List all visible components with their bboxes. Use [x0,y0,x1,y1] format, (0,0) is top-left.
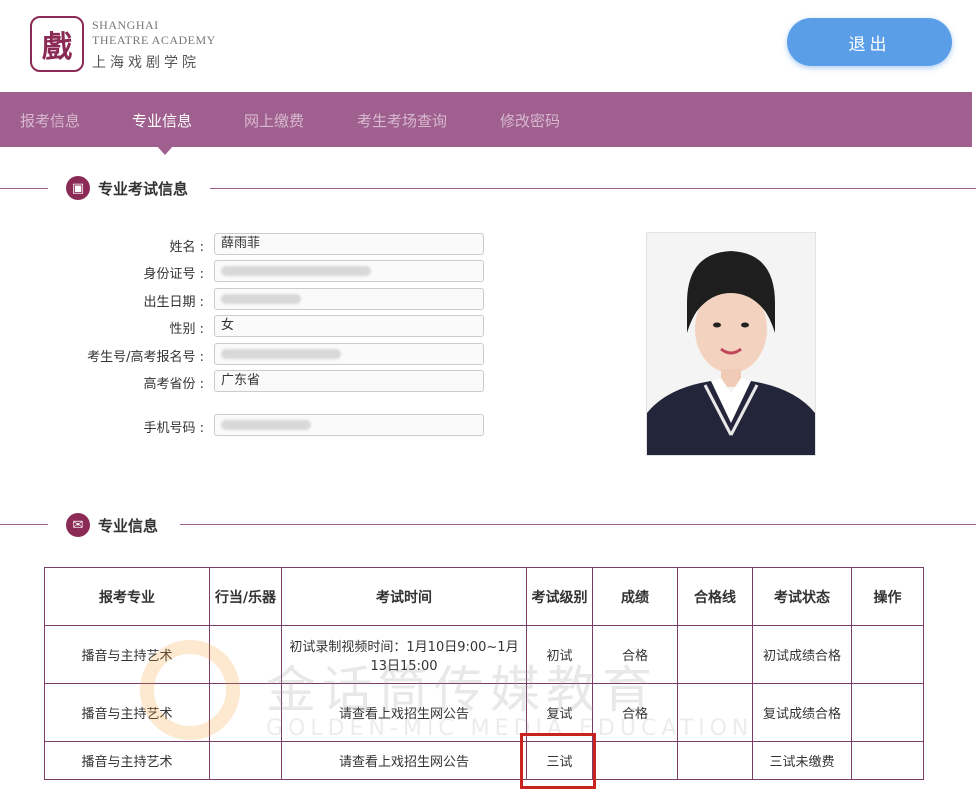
column-header: 合格线 [677,567,753,626]
id-card-icon: ▣ [66,176,90,200]
nav-item-major-info[interactable]: 专业信息 [132,110,192,131]
section-divider-left [0,524,48,525]
column-header: 操作 [851,567,924,626]
exam-table: 报考专业 行当/乐器 考试时间 考试级别 成绩 合格线 考试状态 操作 播音与主… [44,567,924,780]
column-header: 报考专业 [44,567,210,626]
redacted-value [221,294,301,304]
top-nav: 报考信息 专业信息 网上缴费 考生考场查询 修改密码 [0,92,972,147]
mail-check-icon: ✉ [66,513,90,537]
birthdate-row: 出生日期 : [0,288,204,312]
cell-pass-line [677,625,753,684]
logo-english-line-1: Shanghai [92,18,159,32]
cell-exam-time: 请查看上戏招生网公告 [281,683,527,742]
name-field[interactable]: 薛雨菲 [214,233,484,255]
name-row: 姓名 : [0,233,204,257]
column-header: 考试级别 [526,567,593,626]
nav-item-exam-room-query[interactable]: 考生考场查询 [357,110,447,131]
cell-role [209,625,282,684]
column-header: 考试状态 [752,567,852,626]
cell-role [209,741,282,780]
phone-label: 手机号码 : [143,420,204,436]
id-number-field[interactable] [214,260,484,282]
section-divider-right [180,524,976,525]
cell-major: 播音与主持艺术 [44,741,210,780]
section-divider-right [210,188,976,189]
gender-label: 性别 : [169,321,204,337]
province-field[interactable]: 广东省 [214,370,484,392]
province-label: 高考省份 : [143,376,204,392]
exam-number-row: 考生号/高考报名号 : [0,343,204,367]
cell-action[interactable] [851,625,924,684]
highlight-box [520,733,596,789]
name-label: 姓名 : [169,239,204,255]
id-number-row: 身份证号 : [0,260,204,284]
active-tab-indicator [156,145,174,155]
table-row: 播音与主持艺术 请查看上戏招生网公告 复试 合格 复试成绩合格 [44,683,924,742]
birthdate-label: 出生日期 : [143,294,204,310]
column-header: 行当/乐器 [209,567,282,626]
birthdate-field[interactable] [214,288,484,310]
exam-number-label: 考生号/高考报名号 : [87,349,204,365]
nav-item-change-password[interactable]: 修改密码 [500,110,560,131]
logo-chinese: 上海戏剧学院 [92,55,200,71]
profile-section-title: ▣ 专业考试信息 [66,176,188,200]
cell-action[interactable] [851,741,924,780]
gender-field[interactable]: 女 [214,315,484,337]
major-section-title: ✉ 专业信息 [66,513,158,537]
table-header-row: 报考专业 行当/乐器 考试时间 考试级别 成绩 合格线 考试状态 操作 [44,567,924,626]
phone-field[interactable] [214,414,484,436]
exam-number-field[interactable] [214,343,484,365]
column-header: 成绩 [592,567,678,626]
logout-button[interactable]: 退出 [787,18,952,66]
cell-exam-level: 初试 [526,625,593,684]
redacted-value [221,266,371,276]
column-header: 考试时间 [281,567,527,626]
logo-text: Shanghai Theatre Academy 上海戏剧学院 [92,18,216,72]
province-row: 高考省份 : [0,370,204,394]
cell-exam-time: 初试录制视频时间：1月10日9:00~1月13日15:00 [281,625,527,684]
gender-row: 性别 : [0,315,204,339]
applicant-photo [646,232,816,456]
cell-major: 播音与主持艺术 [44,683,210,742]
redacted-value [221,349,341,359]
cell-exam-status: 复试成绩合格 [752,683,852,742]
redacted-value [221,420,311,430]
table-row: 播音与主持艺术 初试录制视频时间：1月10日9:00~1月13日15:00 初试… [44,625,924,684]
section-divider-left [0,188,48,189]
cell-role [209,683,282,742]
cell-major: 播音与主持艺术 [44,625,210,684]
cell-exam-status: 三试未缴费 [752,741,852,780]
cell-score: 合格 [592,625,678,684]
id-number-label: 身份证号 : [143,266,204,282]
logo-emblem-icon: 戲 [30,16,84,72]
cell-score: 合格 [592,683,678,742]
cell-score [592,741,678,780]
cell-exam-time: 请查看上戏招生网公告 [281,741,527,780]
academy-logo: 戲 Shanghai Theatre Academy 上海戏剧学院 [30,16,220,76]
nav-item-online-payment[interactable]: 网上缴费 [244,110,304,131]
portrait-image [647,233,815,455]
cell-action[interactable] [851,683,924,742]
cell-pass-line [677,683,753,742]
phone-row: 手机号码 : [0,414,204,438]
header: 戲 Shanghai Theatre Academy 上海戏剧学院 退出 [0,0,980,90]
nav-item-registration-info[interactable]: 报考信息 [20,110,80,131]
table-row: 播音与主持艺术 请查看上戏招生网公告 三试 三试未缴费 [44,741,924,780]
logo-english-line-2: Theatre Academy [92,33,216,47]
cell-exam-status: 初试成绩合格 [752,625,852,684]
cell-pass-line [677,741,753,780]
